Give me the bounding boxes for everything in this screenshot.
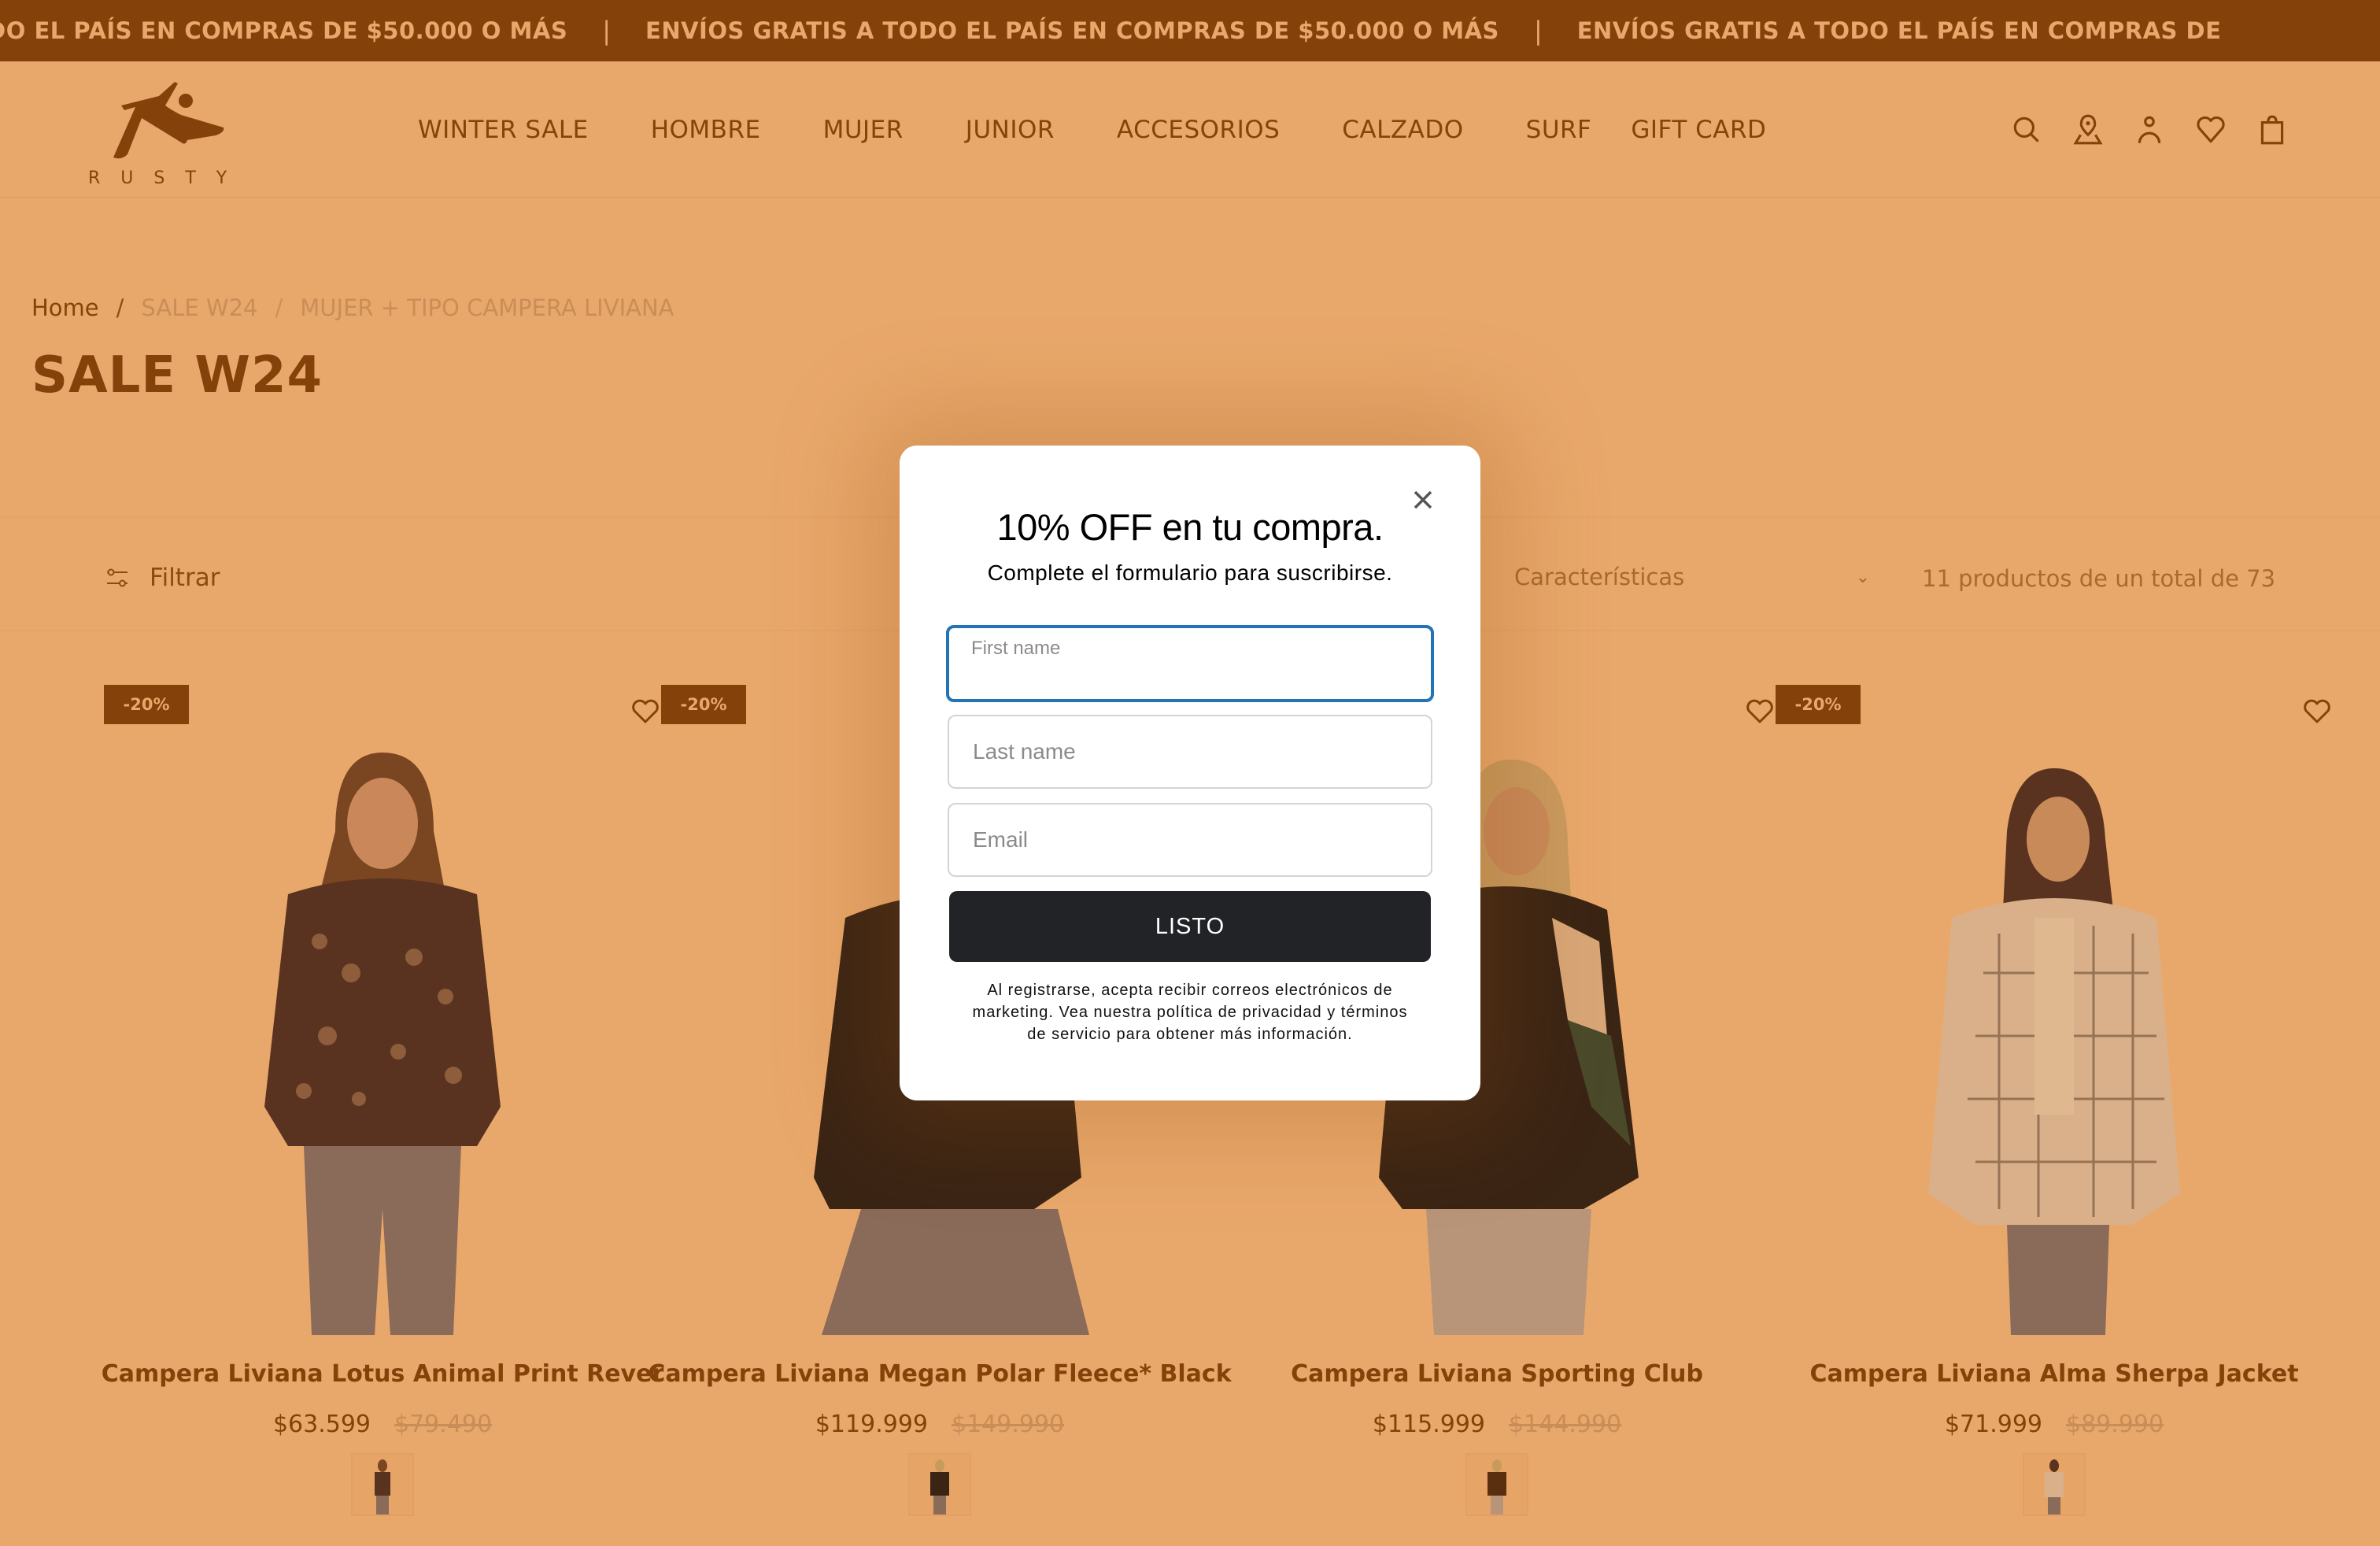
product-name[interactable]: Campera Liviana Alma Sherpa Jacket	[1744, 1360, 2364, 1388]
swatch-thumbnail	[1467, 1455, 1527, 1515]
product-card[interactable]: -20% Campera Liviana Lotus Animal Print …	[102, 669, 663, 1543]
product-photo-lotus-jacket	[264, 753, 501, 1335]
product-count: 11 productos de un total de 73	[1922, 565, 2276, 592]
site-header: RUSTY WINTER SALE HOMBRE MUJER JUNIOR AC…	[0, 61, 2380, 198]
nav-item-accesorios[interactable]: ACCESORIOS	[1117, 116, 1280, 144]
nav-item-mujer[interactable]: MUJER	[823, 116, 904, 144]
original-price: $149.990	[952, 1411, 1065, 1438]
header-actions	[2009, 110, 2290, 150]
submit-button[interactable]: LISTO	[949, 891, 1431, 962]
breadcrumb-separator: /	[116, 294, 124, 321]
sort-dropdown[interactable]: Características ⌄	[1514, 564, 1870, 590]
first-name-label: First name	[971, 638, 1061, 659]
nav-item-junior[interactable]: JUNIOR	[966, 116, 1055, 144]
modal-title: 10% OFF en tu compra.	[996, 506, 1384, 548]
store-locator-button[interactable]	[2070, 110, 2106, 150]
breadcrumb-home[interactable]: Home	[31, 294, 99, 321]
announcement-separator: |	[1533, 16, 1543, 46]
discount-badge: -20%	[104, 685, 189, 724]
product-prices: $119.999 $149.990	[661, 1411, 1218, 1438]
last-name-input[interactable]	[949, 716, 1431, 787]
swatch-thumbnail	[910, 1455, 970, 1515]
store-locator-icon	[2073, 114, 2103, 145]
product-image[interactable]: -20%	[104, 669, 661, 1335]
nav-item-winter-sale[interactable]: WINTER SALE	[418, 116, 589, 144]
legal-disclaimer: Al registrarse, acepta recibir correos e…	[972, 982, 1408, 1043]
filter-label: Filtrar	[150, 564, 220, 592]
nav-item-calzado[interactable]: CALZADO	[1342, 116, 1463, 144]
original-price: $79.490	[394, 1411, 493, 1438]
discount-badge: -20%	[661, 685, 746, 724]
breadcrumb-current: MUJER + TIPO CAMPERA LIVIANA	[300, 294, 674, 321]
main-nav: WINTER SALE HOMBRE MUJER JUNIOR ACCESORI…	[418, 61, 1766, 198]
product-photo-alma-sherpa	[1928, 768, 2180, 1335]
last-name-field[interactable]	[948, 715, 1432, 789]
logo-wordmark: RUSTY	[88, 168, 248, 188]
rusty-logo-mark-icon	[113, 82, 224, 159]
heart-icon	[1746, 699, 1773, 723]
add-to-wishlist-button[interactable]	[1744, 696, 1776, 727]
product-prices: $115.999 $144.990	[1218, 1411, 1776, 1438]
nav-item-gift-card[interactable]: GIFT CARD	[1631, 116, 1766, 144]
modal-subtitle: Complete el formulario para suscribirse.	[987, 560, 1393, 585]
product-name[interactable]: Campera Liviana Megan Polar Fleece* Blac…	[630, 1360, 1250, 1388]
announcement-separator: |	[602, 16, 612, 46]
announcement-text: ENVÍOS GRATIS A TODO EL PAÍS EN COMPRAS …	[1576, 17, 2222, 44]
wishlist-icon	[2197, 116, 2225, 143]
announcement-text: ENVÍOS GRATIS A TODO EL PAÍS EN COMPRAS …	[645, 17, 1499, 44]
filter-button[interactable]: Filtrar	[104, 564, 220, 592]
sale-price: $115.999	[1372, 1411, 1485, 1438]
announcement-track: ODO EL PAÍS EN COMPRAS DE $50.000 O MÁS …	[0, 16, 2221, 46]
first-name-field[interactable]: First name	[946, 625, 1434, 702]
chevron-down-icon: ⌄	[1855, 567, 1870, 587]
announcement-text: ODO EL PAÍS EN COMPRAS DE $50.000 O MÁS	[0, 17, 568, 44]
announcement-bar: ODO EL PAÍS EN COMPRAS DE $50.000 O MÁS …	[0, 0, 2380, 61]
product-name[interactable]: Campera Liviana Sporting Club	[1187, 1360, 1807, 1388]
account-icon	[2138, 116, 2161, 143]
email-field[interactable]	[948, 803, 1432, 877]
add-to-wishlist-button[interactable]	[2301, 696, 2333, 727]
email-input[interactable]	[949, 804, 1431, 875]
nav-item-hombre[interactable]: HOMBRE	[651, 116, 761, 144]
original-price: $89.990	[2066, 1411, 2164, 1438]
cart-button[interactable]	[2254, 110, 2290, 150]
product-prices: $71.999 $89.990	[1776, 1411, 2333, 1438]
newsletter-modal: 10% OFF en tu compra. Complete el formul…	[900, 446, 1480, 1100]
rusty-logo[interactable]: RUSTY	[82, 76, 239, 194]
color-swatch[interactable]	[351, 1453, 414, 1516]
cart-icon	[2260, 115, 2284, 145]
page-title: SALE W24	[31, 346, 323, 405]
wishlist-button[interactable]	[2193, 110, 2229, 150]
color-swatch[interactable]	[908, 1453, 971, 1516]
breadcrumb-sale-w24[interactable]: SALE W24	[141, 294, 257, 321]
filter-sliders-icon	[107, 568, 128, 587]
color-swatch[interactable]	[1465, 1453, 1528, 1516]
heart-icon	[2304, 699, 2330, 723]
color-swatch[interactable]	[2023, 1453, 2086, 1516]
product-name[interactable]: Campera Liviana Lotus Animal Print Rever	[72, 1360, 693, 1388]
product-image[interactable]: -20%	[1776, 669, 2333, 1335]
sort-selected-value: Características	[1514, 564, 1685, 590]
discount-badge: -20%	[1776, 685, 1861, 724]
product-card[interactable]: -20% Campera Liviana Alma Sherpa Jacket …	[1776, 669, 2333, 1543]
product-prices: $63.599 $79.490	[104, 1411, 661, 1438]
breadcrumb-separator: /	[275, 294, 283, 321]
nav-item-surf[interactable]: SURF	[1526, 116, 1592, 144]
sale-price: $63.599	[272, 1411, 371, 1438]
search-button[interactable]	[2009, 110, 2045, 150]
swatch-thumbnail	[2024, 1455, 2084, 1515]
sale-price: $119.999	[815, 1411, 928, 1438]
heart-icon	[632, 699, 659, 723]
swatch-thumbnail	[353, 1455, 412, 1515]
original-price: $144.990	[1509, 1411, 1622, 1438]
add-to-wishlist-button[interactable]	[630, 696, 661, 727]
sale-price: $71.999	[1944, 1411, 2042, 1438]
account-button[interactable]	[2131, 110, 2168, 150]
breadcrumb: Home / SALE W24 / MUJER + TIPO CAMPERA L…	[31, 294, 674, 321]
search-icon	[2013, 117, 2039, 142]
